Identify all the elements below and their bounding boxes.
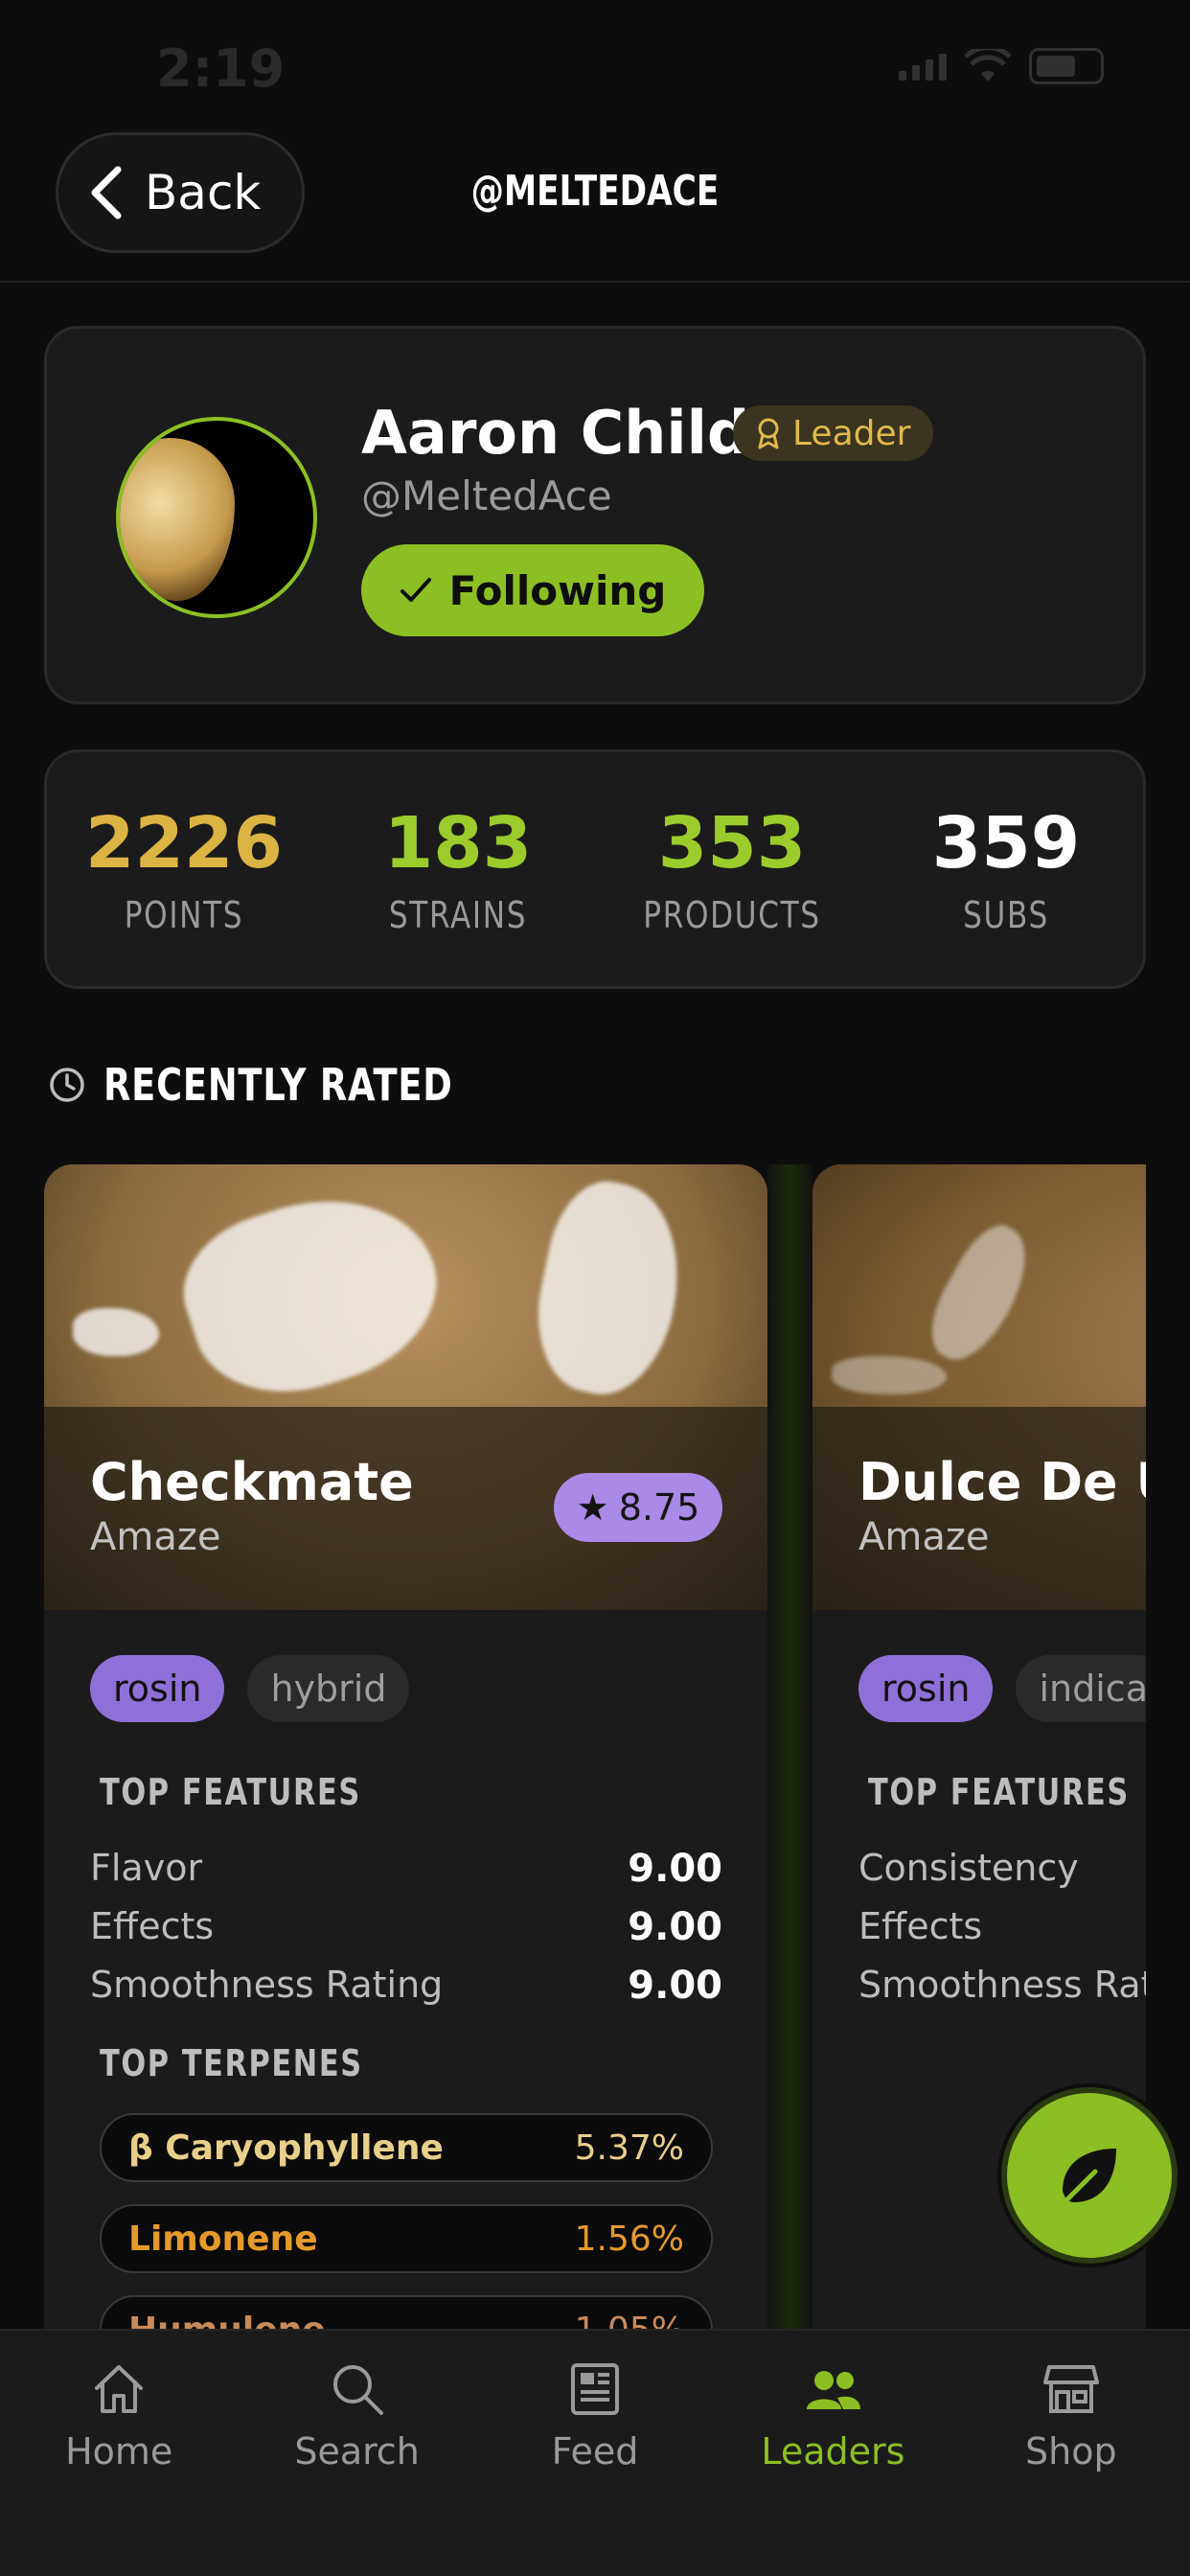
tag[interactable]: indica bbox=[1016, 1655, 1146, 1722]
signal-icon bbox=[899, 52, 947, 80]
product-name: Dulce De Uv bbox=[858, 1452, 1146, 1512]
profile-handle: @MeltedAce bbox=[361, 472, 612, 519]
tab-label: Shop bbox=[1025, 2430, 1117, 2472]
terpene-name: β Caryophyllene bbox=[128, 2128, 444, 2168]
tab-label: Search bbox=[294, 2430, 420, 2472]
feature-name: Effects bbox=[858, 1905, 983, 1947]
product-brand: Amaze bbox=[90, 1515, 221, 1559]
feature-row: Effects 9.00 bbox=[90, 1905, 722, 1949]
top-terpenes-heading: TOP TERPENES bbox=[100, 2042, 363, 2084]
tag[interactable]: hybrid bbox=[247, 1655, 410, 1722]
feature-name: Smoothness Rati bbox=[858, 1964, 1146, 2006]
feature-name: Smoothness Rating bbox=[90, 1964, 444, 2006]
stat-strains[interactable]: 183 STRAINS bbox=[321, 752, 595, 986]
stat-label: POINTS bbox=[124, 894, 244, 936]
terpene-name: Humulene bbox=[128, 2311, 326, 2330]
search-icon bbox=[332, 2365, 383, 2415]
top-features-heading: TOP FEATURES bbox=[868, 1771, 1130, 1813]
users-icon bbox=[807, 2371, 861, 2409]
terpene-pill: β Caryophyllene 5.37% bbox=[100, 2113, 713, 2182]
stat-value: 183 bbox=[383, 802, 533, 885]
tag-list: rosin indica bbox=[858, 1655, 1146, 1722]
terpene-pill: Humulene 1.05% bbox=[100, 2295, 713, 2329]
feature-name: Flavor bbox=[90, 1847, 203, 1889]
status-time: 2:19 bbox=[156, 38, 286, 99]
feature-value: 9.00 bbox=[628, 1905, 722, 1949]
check-icon bbox=[400, 578, 431, 602]
rating-value: 8.75 bbox=[618, 1486, 700, 1529]
clock-icon bbox=[50, 1068, 84, 1102]
chevron-left-icon bbox=[91, 166, 122, 219]
status-bar: 2:19 bbox=[0, 0, 1190, 125]
stat-label: STRAINS bbox=[388, 894, 528, 936]
tab-feed[interactable]: Feed bbox=[476, 2331, 714, 2576]
terpene-value: 1.05% bbox=[575, 2311, 684, 2330]
section-title: RECENTLY RATED bbox=[103, 1059, 453, 1111]
store-icon bbox=[1042, 2365, 1099, 2413]
avatar bbox=[116, 417, 317, 618]
tab-shop[interactable]: Shop bbox=[952, 2331, 1190, 2576]
profile-card: Aaron Childs Leader @MeltedAce Following bbox=[44, 326, 1146, 704]
stat-value: 2226 bbox=[85, 802, 283, 885]
terpene-value: 5.37% bbox=[574, 2128, 684, 2168]
leader-badge: Leader bbox=[733, 405, 934, 461]
rated-card[interactable]: Checkmate Amaze ★ 8.75 rosin hybrid TOP … bbox=[44, 1164, 767, 2329]
tab-search[interactable]: Search bbox=[238, 2331, 475, 2576]
status-icons bbox=[899, 48, 1104, 84]
award-icon bbox=[758, 418, 779, 449]
profile-name: Aaron Childs bbox=[361, 398, 786, 468]
tab-home[interactable]: Home bbox=[0, 2331, 238, 2576]
stat-products[interactable]: 353 PRODUCTS bbox=[595, 752, 869, 986]
terpene-pill: Limonene 1.56% bbox=[100, 2204, 713, 2273]
bottom-tab-bar: Home Search Feed Leaders Shop bbox=[0, 2329, 1190, 2576]
leaf-fab-button[interactable] bbox=[1001, 2087, 1178, 2264]
leaf-icon bbox=[1056, 2149, 1116, 2211]
feature-name: Effects bbox=[90, 1905, 215, 1947]
tab-label: Home bbox=[65, 2430, 173, 2472]
stat-value: 359 bbox=[931, 802, 1081, 885]
terpene-value: 1.56% bbox=[574, 2219, 684, 2259]
tag[interactable]: rosin bbox=[90, 1655, 225, 1722]
tab-label: Feed bbox=[551, 2430, 639, 2472]
recently-rated-heading: RECENTLY RATED bbox=[48, 1059, 540, 1111]
tag[interactable]: rosin bbox=[858, 1655, 994, 1722]
following-label: Following bbox=[448, 566, 667, 614]
stat-label: PRODUCTS bbox=[643, 894, 821, 936]
leader-badge-label: Leader bbox=[792, 413, 911, 453]
stats-card: 2226 POINTS 183 STRAINS 353 PRODUCTS 359… bbox=[44, 749, 1146, 989]
tab-leaders[interactable]: Leaders bbox=[714, 2331, 951, 2576]
header: Back @MELTEDACE bbox=[0, 125, 1190, 283]
feature-value: 9.00 bbox=[628, 1964, 722, 2008]
home-icon bbox=[95, 2365, 144, 2413]
product-name: Checkmate bbox=[90, 1452, 414, 1512]
newspaper-icon bbox=[571, 2363, 620, 2415]
tab-label: Leaders bbox=[761, 2430, 905, 2472]
recently-rated-carousel[interactable]: Checkmate Amaze ★ 8.75 rosin hybrid TOP … bbox=[44, 1164, 1146, 2329]
star-icon: ★ bbox=[576, 1486, 609, 1529]
stat-value: 353 bbox=[657, 802, 807, 885]
wifi-icon bbox=[964, 49, 1012, 81]
tag-list: rosin hybrid bbox=[90, 1655, 410, 1722]
feature-row: Flavor 9.00 bbox=[90, 1847, 722, 1891]
page-title: @MELTEDACE bbox=[470, 167, 720, 216]
stat-points[interactable]: 2226 POINTS bbox=[47, 752, 321, 986]
feature-name: Consistency bbox=[858, 1847, 1079, 1889]
feature-row: Consistency bbox=[858, 1847, 1146, 1889]
battery-icon bbox=[1029, 48, 1104, 84]
feature-row: Effects bbox=[858, 1905, 1146, 1947]
feature-row: Smoothness Rating 9.00 bbox=[90, 1964, 722, 2008]
stat-label: SUBS bbox=[963, 894, 1049, 936]
rating-badge: ★ 8.75 bbox=[554, 1473, 722, 1542]
feature-value: 9.00 bbox=[628, 1847, 722, 1891]
following-button[interactable]: Following bbox=[361, 544, 704, 636]
terpene-name: Limonene bbox=[128, 2219, 318, 2259]
top-features-heading: TOP FEATURES bbox=[100, 1771, 361, 1813]
product-brand: Amaze bbox=[858, 1515, 990, 1559]
stat-subs[interactable]: 359 SUBS bbox=[869, 752, 1143, 986]
feature-row: Smoothness Rati bbox=[858, 1964, 1146, 2006]
